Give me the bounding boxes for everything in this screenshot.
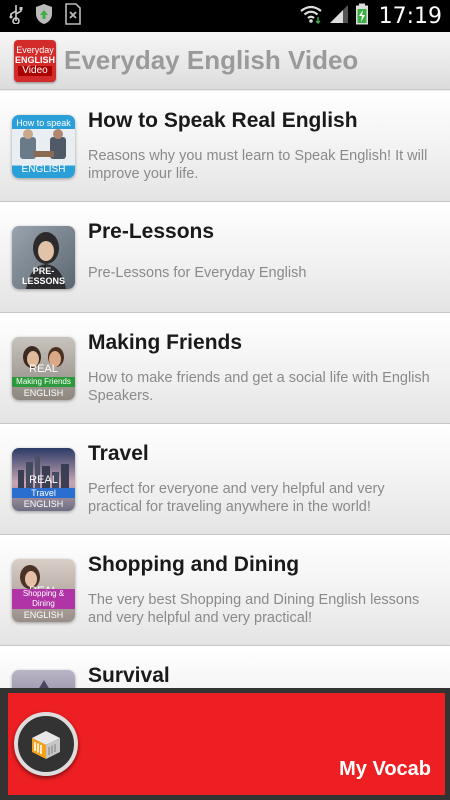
lesson-description: The very best Shopping and Dining Englis…	[88, 592, 420, 626]
my-vocab-label[interactable]: My Vocab	[339, 758, 431, 781]
usb-icon	[8, 4, 24, 29]
lesson-title: Shopping and Dining	[88, 553, 300, 576]
lesson-description: How to make friends and get a social lif…	[88, 370, 430, 404]
lesson-thumbnail	[12, 670, 75, 688]
lesson-thumbnail-mid: Travel	[12, 488, 75, 498]
lesson-title: Making Friends	[88, 331, 243, 354]
lesson-item-shopping-dining[interactable]: REAL Shopping & Dining ENGLISH Shopping …	[0, 535, 450, 646]
lesson-item-how-to-speak[interactable]: How to speak ENGLISH How to Speak Real E…	[0, 91, 450, 202]
status-time: 17:19	[378, 3, 442, 29]
lesson-thumbnail: REAL Making Friends ENGLISH	[12, 337, 75, 400]
lesson-list[interactable]: How to speak ENGLISH How to Speak Real E…	[0, 91, 450, 688]
lesson-item-travel[interactable]: REAL Travel ENGLISH Travel Perfect for e…	[0, 424, 450, 535]
vocab-cards-icon[interactable]	[14, 712, 78, 776]
lesson-item-pre-lessons[interactable]: PRE-LESSONS Pre-Lessons Pre-Lessons for …	[0, 202, 450, 313]
lesson-thumbnail: REAL Travel ENGLISH	[12, 448, 75, 511]
app-logo-line2: ENGLISH	[14, 55, 55, 65]
lesson-title: Pre-Lessons	[88, 220, 215, 243]
lesson-description: Pre-Lessons for Everyday English	[88, 265, 307, 281]
lesson-thumbnail: PRE-LESSONS	[12, 226, 75, 289]
app-logo-line1: Everyday	[16, 45, 54, 55]
lesson-thumbnail-mid: Making Friends	[12, 377, 75, 387]
system-icons: 17:19	[299, 3, 442, 30]
lesson-thumbnail-bottom: ENGLISH	[21, 164, 66, 175]
app-logo-line3: Video	[18, 66, 52, 76]
status-bar: 17:19	[0, 0, 450, 32]
wifi-icon	[299, 4, 323, 29]
lesson-thumbnail-top: REAL	[29, 363, 58, 375]
lesson-thumbnail-bottom: PRE-LESSONS	[21, 266, 65, 286]
lesson-title: How to Speak Real English	[88, 109, 358, 132]
lesson-description: Perfect for everyone and very helpful an…	[88, 481, 385, 515]
lesson-thumbnail-bottom: ENGLISH	[23, 388, 64, 398]
action-bar: Everyday ENGLISH Video Everyday English …	[0, 32, 450, 90]
battery-charging-icon	[355, 3, 369, 30]
app-logo[interactable]: Everyday ENGLISH Video	[14, 39, 56, 82]
lesson-title: Survival	[88, 664, 170, 687]
lesson-thumbnail: How to speak ENGLISH	[12, 115, 75, 178]
lesson-title: Travel	[88, 442, 149, 465]
signal-icon	[329, 4, 349, 29]
lesson-thumbnail-bottom: ENGLISH	[23, 610, 64, 620]
lesson-thumbnail-mid: Shopping & Dining	[12, 589, 75, 609]
sim-error-icon	[64, 2, 82, 30]
app-title: Everyday English Video	[64, 45, 359, 75]
lesson-thumbnail-top: How to speak	[16, 118, 71, 128]
lesson-description: Reasons why you must learn to Speak Engl…	[88, 148, 428, 182]
notification-icons	[8, 2, 82, 30]
lesson-item-making-friends[interactable]: REAL Making Friends ENGLISH Making Frien…	[0, 313, 450, 424]
shield-update-icon	[34, 3, 54, 30]
lesson-item-survival[interactable]: Survival	[0, 646, 450, 688]
lesson-thumbnail-top: REAL	[29, 474, 58, 486]
lesson-thumbnail: REAL Shopping & Dining ENGLISH	[12, 559, 75, 622]
lesson-thumbnail-bottom: ENGLISH	[23, 499, 64, 509]
